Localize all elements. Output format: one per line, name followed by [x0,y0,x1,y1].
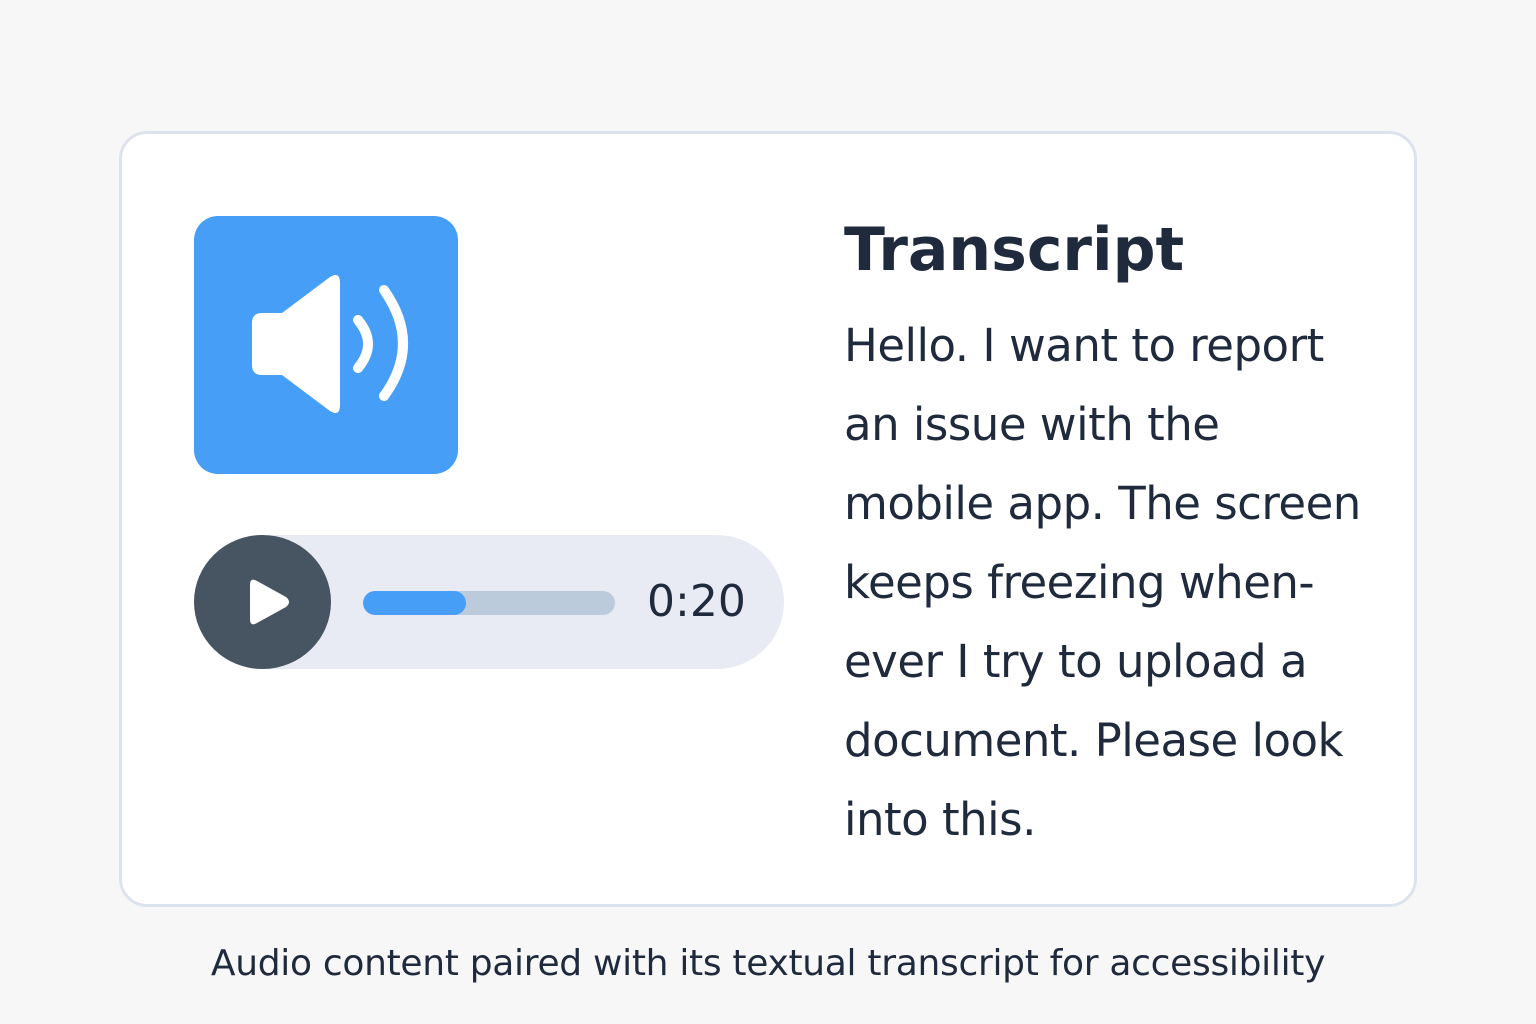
transcript-line: keeps freezing when- [844,556,1315,609]
speaker-volume-icon [252,275,408,413]
transcript-line: into this. [844,793,1036,846]
transcript-line: mobile app. The screen [844,477,1361,530]
caption: Audio content paired with its textual tr… [210,943,1326,984]
transcript-line: ever I try to upload a [844,635,1308,688]
play-button[interactable] [194,535,331,669]
transcript-line: Hello. I want to report [844,319,1324,372]
transcript-text: Hello. I want to report an issue with th… [844,306,1404,859]
time-label: 0:20 [647,576,746,627]
progress-fill [363,591,467,615]
audio-transcript-card: 0:20 Transcript Hello. I want to report … [119,131,1417,907]
transcript-line: document. Please look [844,714,1344,767]
transcript-line: an issue with the [844,398,1220,451]
play-icon [250,579,289,625]
progress-bar[interactable] [363,591,615,615]
speaker-tile [194,216,458,474]
audio-player: 0:20 [194,535,784,669]
transcript-title: Transcript [844,215,1185,285]
